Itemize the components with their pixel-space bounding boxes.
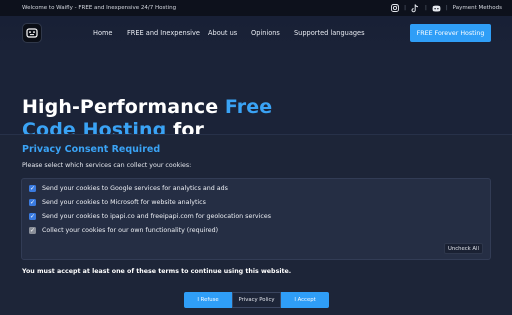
main-header: Home FREE and Inexpensive About us Opini… xyxy=(0,16,512,50)
consent-option-required: ✓ Collect your cookies for our own funct… xyxy=(29,227,218,234)
privacy-consent-modal: Privacy Consent Required Please select w… xyxy=(0,134,512,315)
uncheck-all-button[interactable]: Uncheck All xyxy=(444,243,483,254)
consent-option-label: Send your cookies to Google services for… xyxy=(42,185,228,192)
checkbox-checked-icon[interactable]: ✓ xyxy=(29,185,36,192)
nav-supported-languages[interactable]: Supported languages xyxy=(294,29,365,37)
consent-subtitle: Please select which services can collect… xyxy=(22,162,192,169)
hero-line1-accent: Free xyxy=(224,96,273,118)
nav-free-and-inexpensive[interactable]: FREE and Inexpensive xyxy=(127,29,200,37)
consent-option-microsoft[interactable]: ✓ Send your cookies to Microsoft for web… xyxy=(29,199,206,206)
hero-line1-plain: High-Performance xyxy=(22,96,225,118)
consent-options-panel: ✓ Send your cookies to Google services f… xyxy=(21,178,491,260)
privacy-policy-button[interactable]: Privacy Policy xyxy=(232,292,281,308)
consent-option-google[interactable]: ✓ Send your cookies to Google services f… xyxy=(29,185,228,192)
consent-title: Privacy Consent Required xyxy=(22,144,161,155)
nav-about-us[interactable]: About us xyxy=(208,29,237,37)
site-logo[interactable] xyxy=(22,23,42,43)
hero-line2-plain: for xyxy=(166,119,205,134)
checkbox-disabled-icon: ✓ xyxy=(29,226,36,234)
nav-opinions[interactable]: Opinions xyxy=(251,29,280,37)
consent-option-label: Collect your cookies for our own functio… xyxy=(42,227,219,234)
hero-title: High-Performance Free Code Hosting for xyxy=(22,96,272,134)
nav-home[interactable]: Home xyxy=(93,29,112,37)
checkbox-checked-icon[interactable]: ✓ xyxy=(29,213,36,220)
consent-warning: You must accept at least one of these te… xyxy=(22,268,292,275)
consent-option-label: Send your cookies to ipapi.co and freeip… xyxy=(42,213,272,220)
consent-option-label: Send your cookies to Microsoft for websi… xyxy=(42,199,206,206)
hero-area: Home FREE and Inexpensive About us Opini… xyxy=(0,0,512,134)
consent-option-geolocation[interactable]: ✓ Send your cookies to ipapi.co and free… xyxy=(29,213,271,220)
hero-line2-accent: Code Hosting xyxy=(22,119,167,134)
refuse-button[interactable]: I Refuse xyxy=(184,292,232,308)
accept-button[interactable]: I Accept xyxy=(281,292,329,308)
checkbox-checked-icon[interactable]: ✓ xyxy=(29,199,36,206)
consent-button-row: I Refuse Privacy Policy I Accept xyxy=(184,292,329,308)
free-forever-hosting-button[interactable]: FREE Forever Hosting xyxy=(410,24,491,42)
